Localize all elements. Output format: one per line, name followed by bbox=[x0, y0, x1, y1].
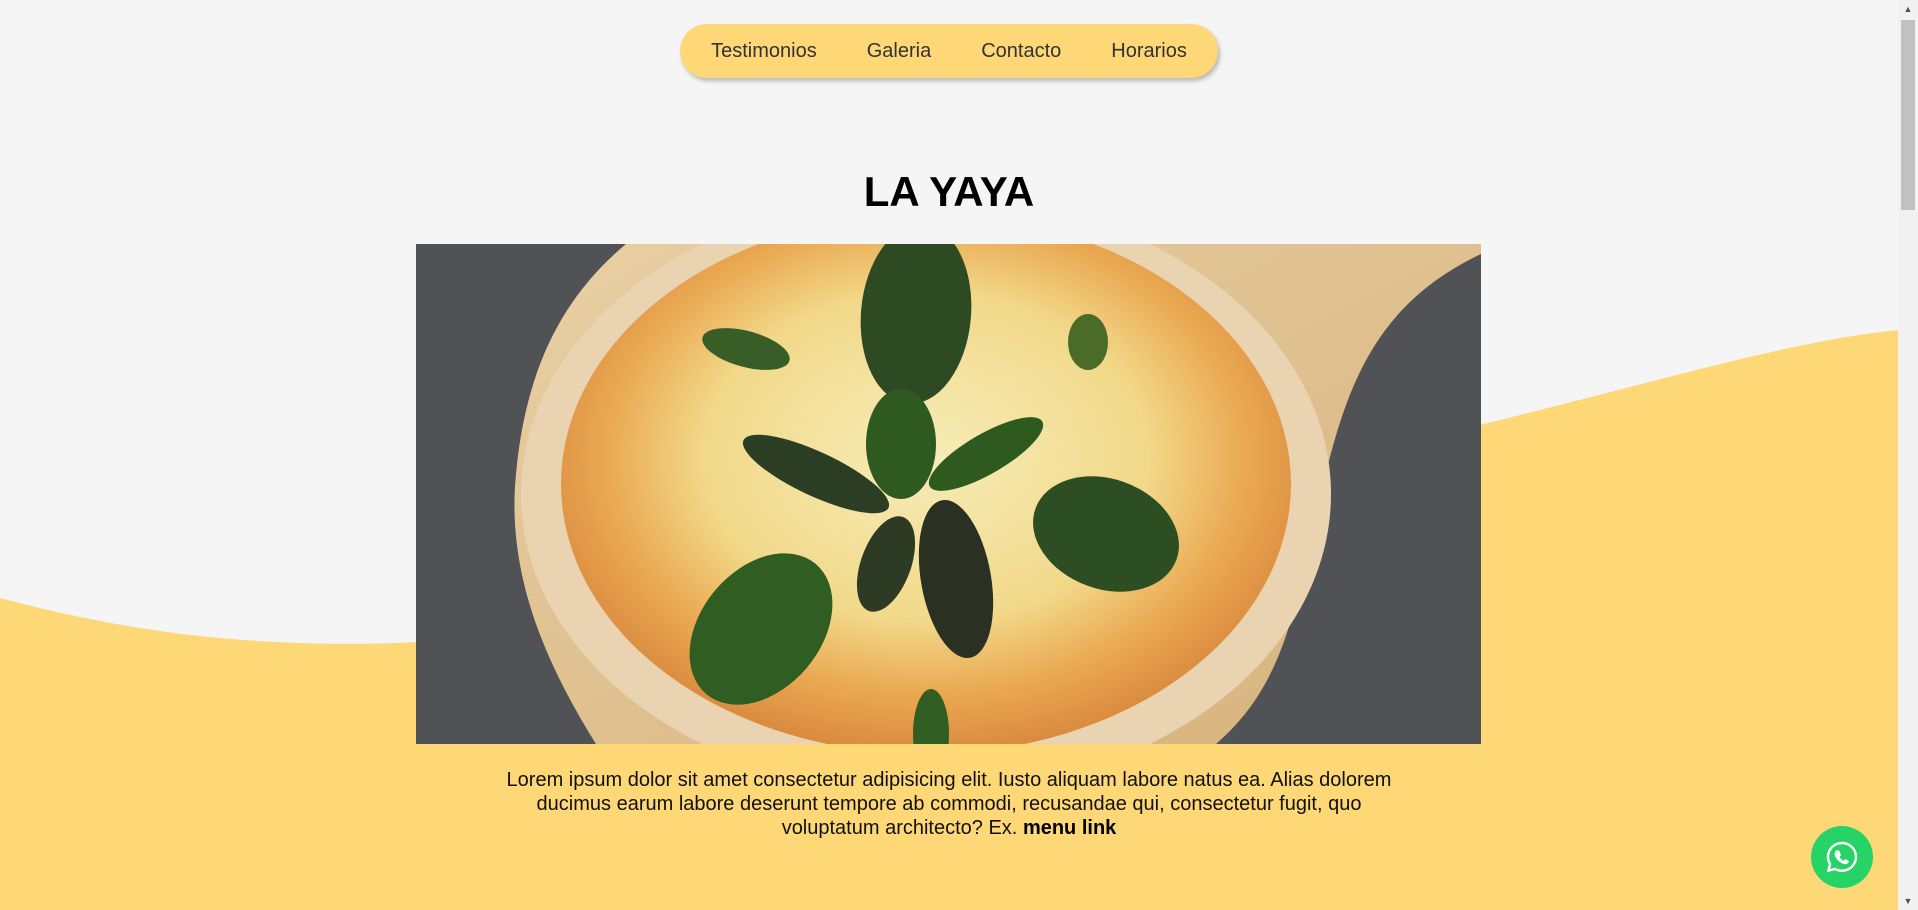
nav-item-horarios[interactable]: Horarios bbox=[1111, 40, 1187, 63]
description-text: Lorem ipsum dolor sit amet consectetur a… bbox=[506, 769, 1392, 839]
vertical-scrollbar[interactable]: ▲ ▼ bbox=[1898, 0, 1918, 910]
whatsapp-button[interactable] bbox=[1811, 826, 1873, 888]
nav-item-galeria[interactable]: Galeria bbox=[867, 40, 931, 63]
scroll-thumb[interactable] bbox=[1901, 20, 1915, 210]
menu-link[interactable]: menu link bbox=[1023, 817, 1116, 839]
scroll-up-icon[interactable]: ▲ bbox=[1898, 0, 1918, 18]
whatsapp-icon bbox=[1826, 841, 1858, 873]
scroll-down-icon[interactable]: ▼ bbox=[1898, 892, 1918, 910]
description-paragraph: Lorem ipsum dolor sit amet consectetur a… bbox=[496, 768, 1402, 840]
hero-pizza-image bbox=[416, 244, 1481, 744]
top-navigation: Testimonios Galeria Contacto Horarios bbox=[680, 24, 1218, 78]
nav-item-contacto[interactable]: Contacto bbox=[981, 40, 1061, 63]
page: Testimonios Galeria Contacto Horarios LA… bbox=[0, 0, 1918, 910]
page-title: LA YAYA bbox=[863, 168, 1035, 215]
nav-item-testimonios[interactable]: Testimonios bbox=[711, 40, 817, 63]
